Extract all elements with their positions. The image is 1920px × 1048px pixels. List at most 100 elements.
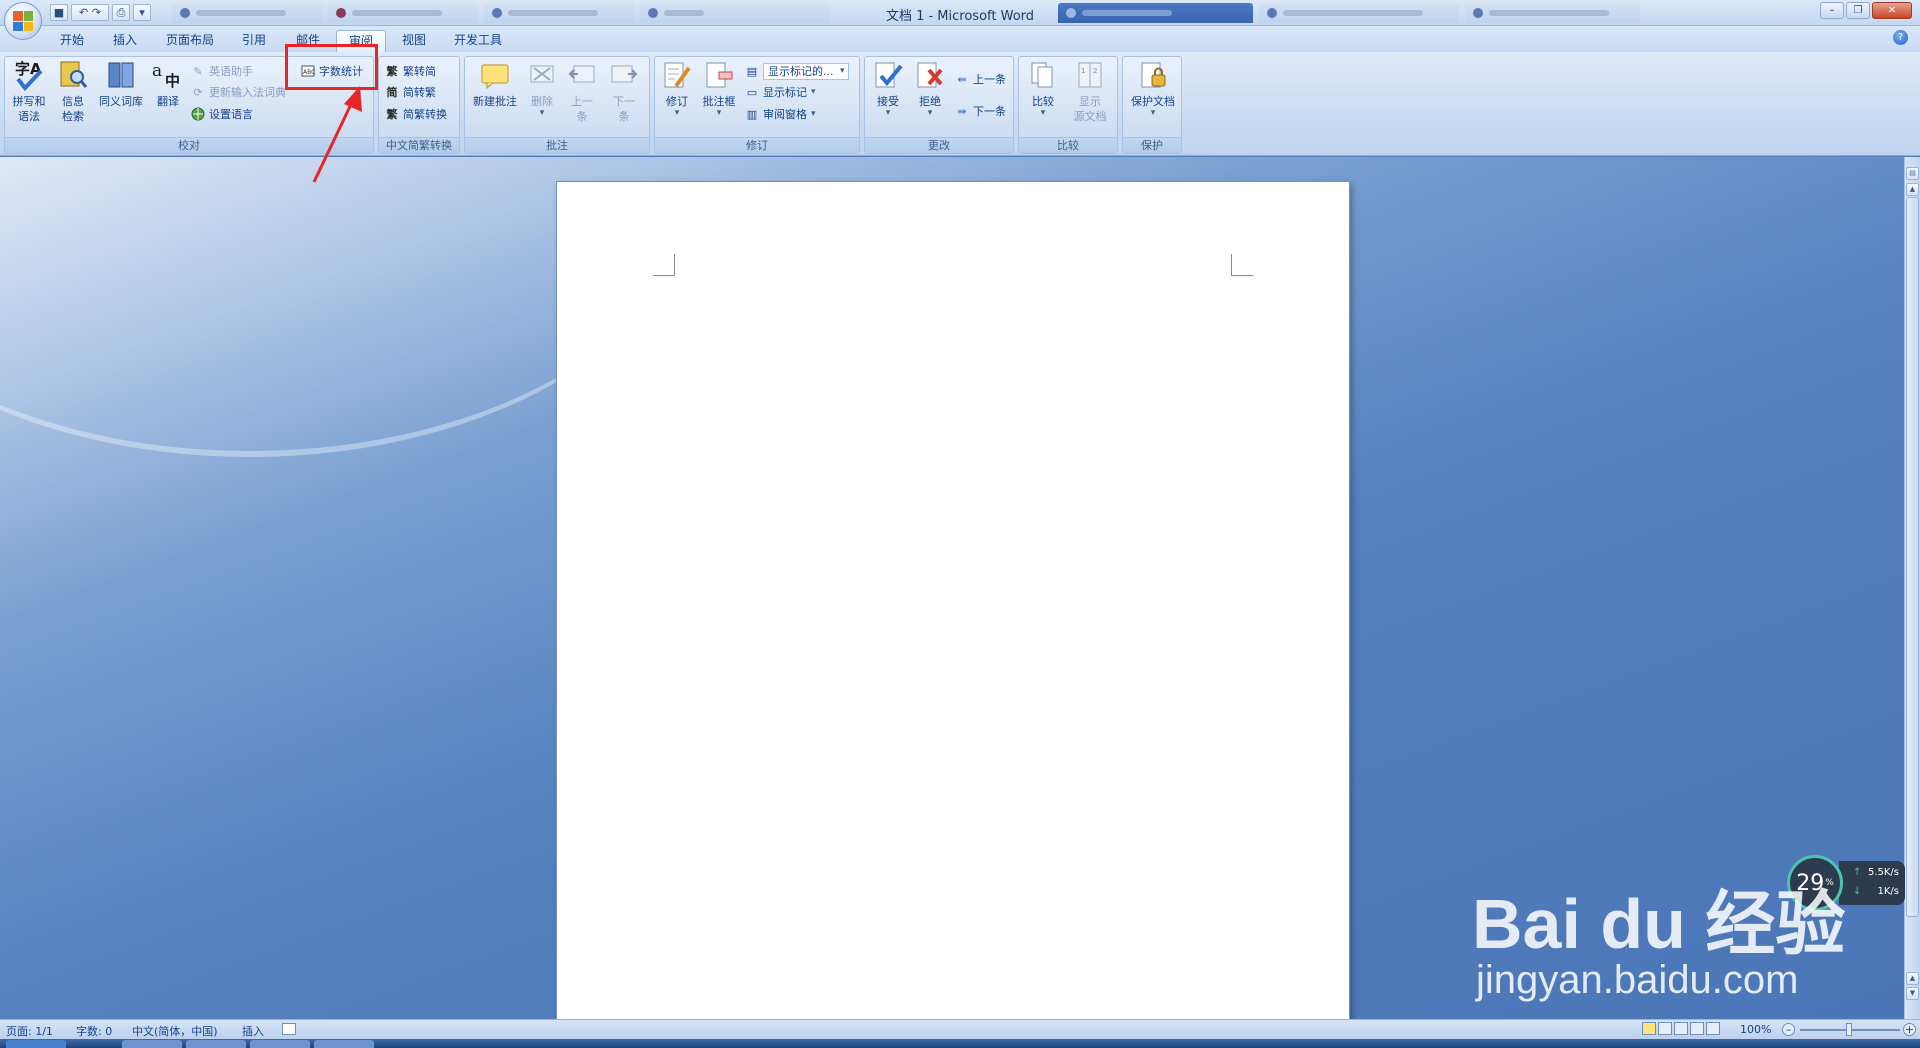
svg-text:中: 中 [165, 72, 180, 90]
simp-to-trad-icon: 简 [386, 86, 398, 99]
blurred-tab-active[interactable] [1058, 3, 1253, 23]
track-changes-button[interactable]: 修订 ▾ [659, 59, 695, 118]
language-globe-icon [191, 107, 205, 121]
trad-to-simp-icon: 繁 [386, 65, 398, 78]
web-layout-icon[interactable] [1674, 1022, 1688, 1035]
taskbar-item[interactable] [314, 1040, 374, 1048]
taskbar-item[interactable] [186, 1040, 246, 1048]
tab-page-layout[interactable]: 页面布局 [158, 30, 222, 52]
help-icon[interactable]: ? [1893, 30, 1908, 45]
reviewing-pane-button[interactable]: ▥ 审阅窗格 ▾ [745, 104, 816, 124]
reject-change-icon [914, 59, 946, 91]
close-icon[interactable]: ✕ [1872, 2, 1912, 19]
accept-caret: ▾ [885, 108, 891, 118]
status-word-count[interactable]: 字数: 0 [76, 1023, 112, 1039]
research-button[interactable]: 信息 检索 [53, 59, 93, 124]
macro-record-icon[interactable] [282, 1023, 296, 1035]
protect-caret: ▾ [1150, 108, 1156, 118]
tab-view[interactable]: 视图 [392, 30, 436, 52]
svg-text:1: 1 [1081, 67, 1085, 75]
zoom-level[interactable]: 100% [1740, 1023, 1771, 1036]
zoom-slider-thumb[interactable] [1846, 1023, 1852, 1036]
window-controls: – ❐ ✕ [1820, 2, 1912, 19]
zoom-out-icon[interactable]: – [1782, 1023, 1795, 1036]
track-changes-icon [661, 59, 693, 91]
taskbar-item[interactable] [250, 1040, 310, 1048]
display-for-review-combo[interactable]: ▤ 显示标记的... [745, 61, 849, 81]
previous-comment-icon [566, 59, 598, 91]
group-label-tracking: 修订 [655, 137, 859, 153]
translate-button[interactable]: a中 翻译 [151, 59, 185, 109]
restore-icon[interactable]: ❐ [1846, 2, 1870, 19]
group-label-compare: 比较 [1019, 137, 1117, 153]
tab-home[interactable]: 开始 [50, 30, 94, 52]
update-ime-dictionary-button[interactable]: ⟳ 更新输入法词典 [191, 82, 286, 102]
tab-developer[interactable]: 开发工具 [446, 30, 510, 52]
vertical-scrollbar[interactable]: ▤ ▲ ▲ ▼ [1904, 157, 1920, 1019]
status-insert-mode[interactable]: 插入 [242, 1023, 264, 1039]
blurred-tab[interactable] [1259, 3, 1459, 23]
english-assistant-button[interactable]: ✎ 英语助手 [191, 61, 253, 81]
ruler-toggle-icon[interactable]: ▤ [1906, 167, 1919, 180]
show-markup-button[interactable]: ▭ 显示标记 ▾ [745, 82, 816, 102]
download-arrow-icon: ↓ [1853, 886, 1862, 897]
research-book-icon [57, 59, 89, 91]
simp-to-trad-button[interactable]: 简简转繁 [385, 82, 437, 102]
thesaurus-button[interactable]: 同义词库 [95, 59, 147, 109]
compare-button[interactable]: 比较 ▾ [1023, 59, 1063, 118]
full-screen-reading-icon[interactable] [1658, 1022, 1672, 1035]
document-page[interactable] [556, 181, 1350, 1019]
tab-references[interactable]: 引用 [232, 30, 276, 52]
set-language-button[interactable]: 设置语言 [191, 104, 253, 124]
blurred-tab[interactable] [1465, 3, 1640, 23]
group-label-chinese-conversion: 中文简繁转换 [379, 137, 459, 153]
view-buttons [1642, 1022, 1720, 1035]
spelling-check-icon: 字A [13, 59, 45, 91]
trad-to-simp-button[interactable]: 繁繁转简 [385, 61, 437, 81]
status-bar: 页面: 1/1 字数: 0 中文(简体，中国) 插入 100% – + [0, 1019, 1920, 1039]
scroll-up-icon[interactable]: ▲ [1906, 183, 1919, 196]
start-button[interactable] [6, 1040, 66, 1048]
minimize-icon[interactable]: – [1820, 2, 1844, 19]
group-changes: 接受 ▾ 拒绝 ▾ ⇚ 上一条 ⇛ 下一条 更改 [864, 56, 1014, 154]
scrollbar-thumb[interactable] [1906, 197, 1919, 917]
show-source-icon: 12 [1074, 59, 1106, 91]
spelling-grammar-button[interactable]: 字A 拼写和 语法 [9, 59, 49, 124]
draft-view-icon[interactable] [1706, 1022, 1720, 1035]
delete-caret: ▾ [539, 108, 545, 118]
zoom-in-icon[interactable]: + [1903, 1023, 1916, 1036]
group-protect: 保护文档 ▾ 保护 [1122, 56, 1182, 154]
status-page[interactable]: 页面: 1/1 [6, 1023, 53, 1039]
conversion-button[interactable]: 繁简繁转换 [385, 104, 448, 124]
previous-comment-button[interactable]: 上一 条 [565, 59, 599, 124]
previous-change-button[interactable]: ⇚ 上一条 [955, 69, 1006, 89]
svg-text:a: a [152, 61, 162, 81]
print-layout-icon[interactable] [1642, 1022, 1656, 1035]
office-button[interactable] [4, 2, 42, 40]
scroll-down-icon[interactable]: ▼ [1906, 987, 1919, 1000]
next-comment-icon [608, 59, 640, 91]
baidu-watermark-logo: Bai du 经验 [1472, 885, 1846, 963]
previous-page-icon[interactable]: ▲ [1906, 972, 1919, 985]
balloons-caret: ▾ [716, 108, 722, 118]
next-change-icon: ⇛ [957, 104, 967, 118]
new-comment-button[interactable]: 新建批注 [469, 59, 521, 109]
status-language[interactable]: 中文(简体，中国) [132, 1023, 218, 1039]
next-change-button[interactable]: ⇛ 下一条 [955, 101, 1006, 121]
balloons-button[interactable]: 批注框 ▾ [699, 59, 739, 118]
group-compare: 比较 ▾ 12 显示 源文档 比较 [1018, 56, 1118, 154]
next-comment-button[interactable]: 下一 条 [607, 59, 641, 124]
delete-comment-button[interactable]: 删除 ▾ [525, 59, 559, 118]
show-markup-icon: ▭ [746, 85, 758, 99]
tab-insert[interactable]: 插入 [103, 30, 147, 52]
accept-button[interactable]: 接受 ▾ [869, 59, 907, 118]
reject-button[interactable]: 拒绝 ▾ [911, 59, 949, 118]
conversion-icon: 繁 [386, 108, 398, 121]
taskbar-item[interactable] [122, 1040, 182, 1048]
protect-document-button[interactable]: 保护文档 ▾ [1125, 59, 1181, 118]
balloons-icon [703, 59, 735, 91]
outline-view-icon[interactable] [1690, 1022, 1704, 1035]
new-comment-icon [479, 59, 511, 91]
show-source-documents-button[interactable]: 12 显示 源文档 [1067, 59, 1113, 124]
accept-change-icon [872, 59, 904, 91]
